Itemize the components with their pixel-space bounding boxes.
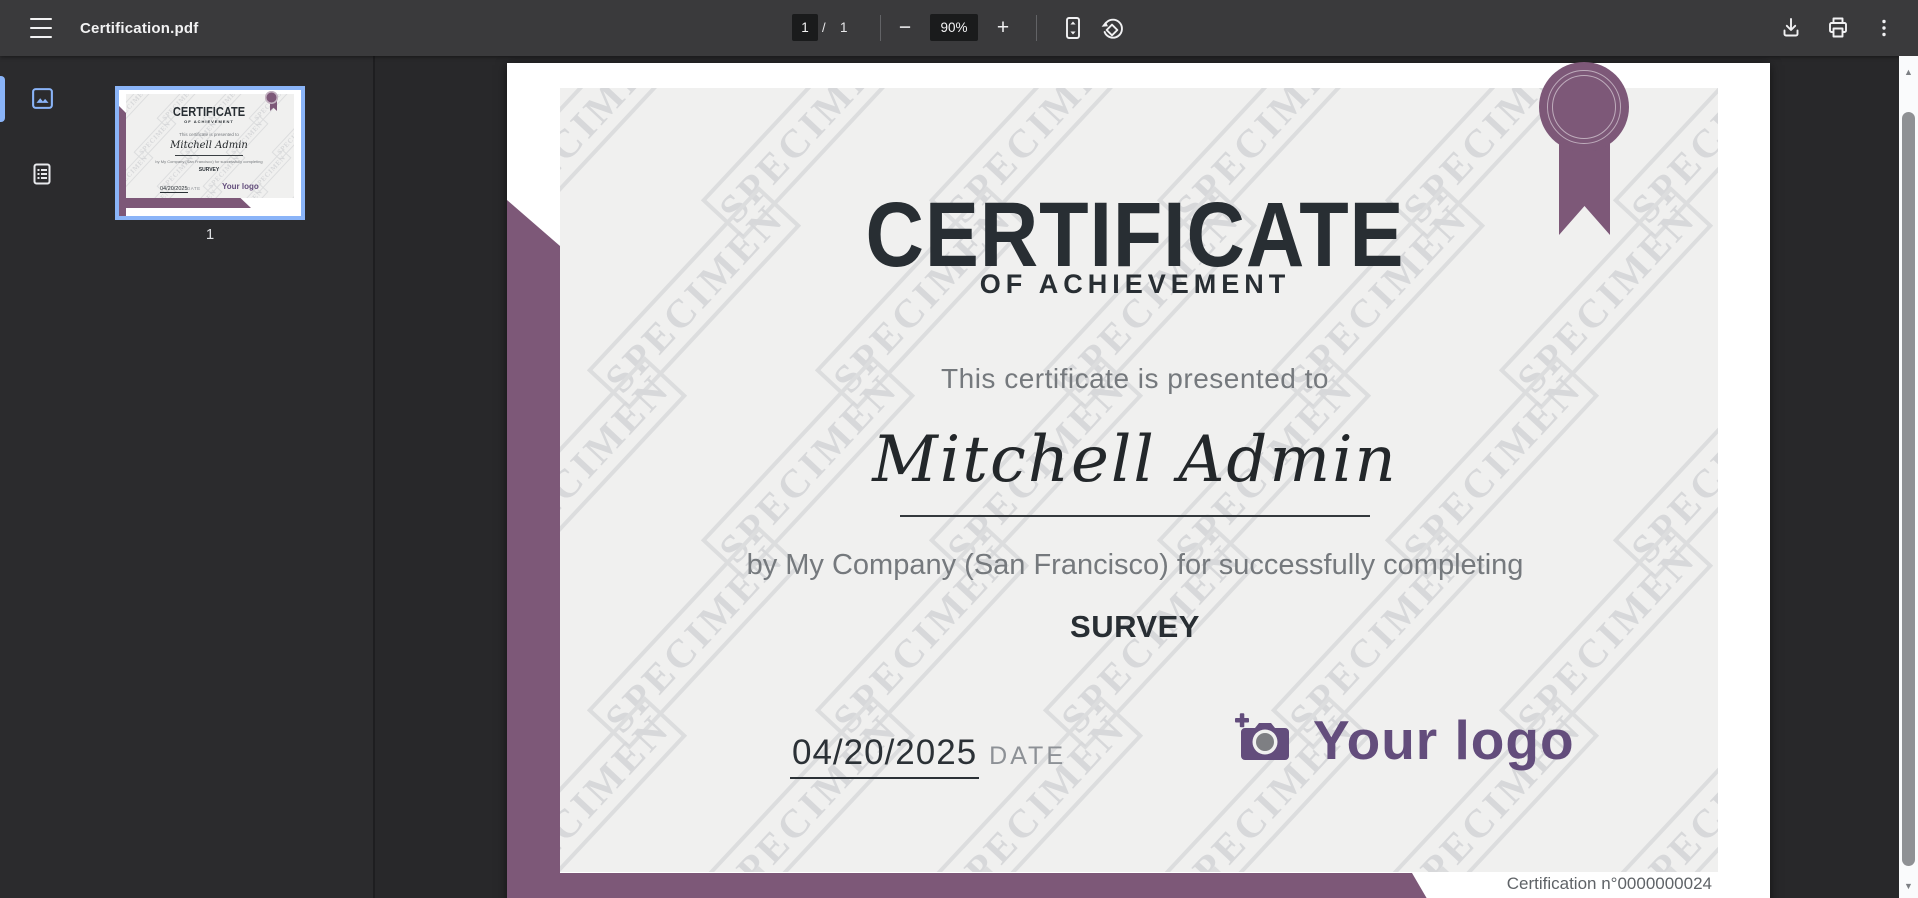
thumbnail-sidebar: SPECIMEN SPECIMEN SPECIMEN SPECIMEN SPECIMEN…: [0, 56, 373, 898]
print-icon[interactable]: [1823, 13, 1853, 43]
date-row: 04/20/2025 DATE: [790, 733, 1066, 779]
rotate-button[interactable]: [1097, 13, 1127, 43]
certificate-number: Certification n°0000000024: [1506, 874, 1712, 893]
medal-icon: [1539, 62, 1629, 152]
thumbnail-name-underline: [175, 155, 243, 156]
course-name: SURVEY: [1070, 609, 1200, 644]
document-title: Certification.pdf: [80, 19, 199, 37]
zoom-in-button[interactable]: +: [990, 14, 1016, 41]
certificate-title: CERTIFICATE: [865, 184, 1405, 286]
thumbnail-presented-line: This certificate is presented to: [179, 132, 239, 137]
thumbnail-date-label: DATE: [187, 186, 201, 191]
toolbar-separator: [880, 15, 881, 41]
logo-text: Your logo: [1313, 709, 1575, 771]
menu-icon[interactable]: [28, 16, 54, 40]
scroll-up-icon[interactable]: ▲: [1899, 64, 1918, 80]
page-number-input[interactable]: 1: [792, 14, 818, 41]
left-ribbon-band: [507, 200, 560, 898]
issuer-line: by My Company (San Francisco) for succes…: [746, 549, 1524, 581]
document-outline-tab-icon[interactable]: [28, 160, 56, 188]
name-underline: [900, 515, 1370, 517]
sidebar-divider: [373, 56, 375, 898]
page-divider: /: [822, 20, 826, 35]
thumbnail-issuer-line: by My Company (San Francisco) for succes…: [155, 159, 263, 164]
thumbnail-medal-icon: [265, 91, 278, 104]
thumbnail-logo-text: Your logo: [222, 182, 259, 191]
page-total: 1: [840, 20, 848, 35]
pdf-page: SPECIMEN SPECIMEN SPECIMEN SPECIMEN SPECIMEN…: [507, 62, 1770, 898]
date-label: DATE: [989, 742, 1066, 770]
recipient-name: Mitchell Admin: [872, 423, 1398, 497]
pdf-toolbar: Certification.pdf 1 / 1 − 90% +: [0, 0, 1918, 56]
zoom-level-input[interactable]: 90%: [930, 14, 978, 41]
fit-to-page-button[interactable]: [1058, 13, 1088, 43]
scrollbar-thumb[interactable]: [1902, 112, 1915, 866]
page-thumbnail[interactable]: SPECIMEN SPECIMEN SPECIMEN SPECIMEN SPECIMEN…: [115, 86, 305, 220]
thumbnail-page-number: 1: [205, 226, 215, 243]
thumbnail-date: 04/20/2025: [160, 186, 188, 193]
date-value: 04/20/2025: [790, 733, 980, 779]
toolbar-separator: [1036, 15, 1037, 41]
selected-tab-indicator: [0, 76, 5, 122]
pdf-viewer-window: SPECIMEN SPECIMEN SPECIMEN SPECIMEN SPECIMEN…: [0, 0, 1918, 898]
thumbnails-tab-icon[interactable]: [28, 84, 56, 112]
scroll-down-icon[interactable]: ▼: [1899, 878, 1918, 894]
thumbnail-bottom-band: [119, 198, 251, 208]
thumbnail-course: SURVEY: [198, 167, 220, 173]
thumbnail-subtitle: OF ACHIEVEMENT: [184, 119, 234, 124]
download-icon[interactable]: [1776, 13, 1806, 43]
logo-block: Your logo: [1233, 708, 1575, 772]
camera-plus-icon: [1233, 712, 1291, 769]
thumbnail-recipient: Mitchell Admin: [170, 140, 248, 151]
certificate-subtitle: OF ACHIEVEMENT: [979, 269, 1291, 299]
thumbnail-title: CERTIFICATE: [172, 104, 246, 119]
zoom-out-button[interactable]: −: [892, 14, 918, 41]
more-options-icon[interactable]: [1869, 13, 1899, 43]
presented-line: This certificate is presented to: [941, 363, 1329, 394]
vertical-scrollbar[interactable]: ▲ ▼: [1899, 56, 1918, 898]
bottom-ribbon-band: [507, 873, 1447, 898]
